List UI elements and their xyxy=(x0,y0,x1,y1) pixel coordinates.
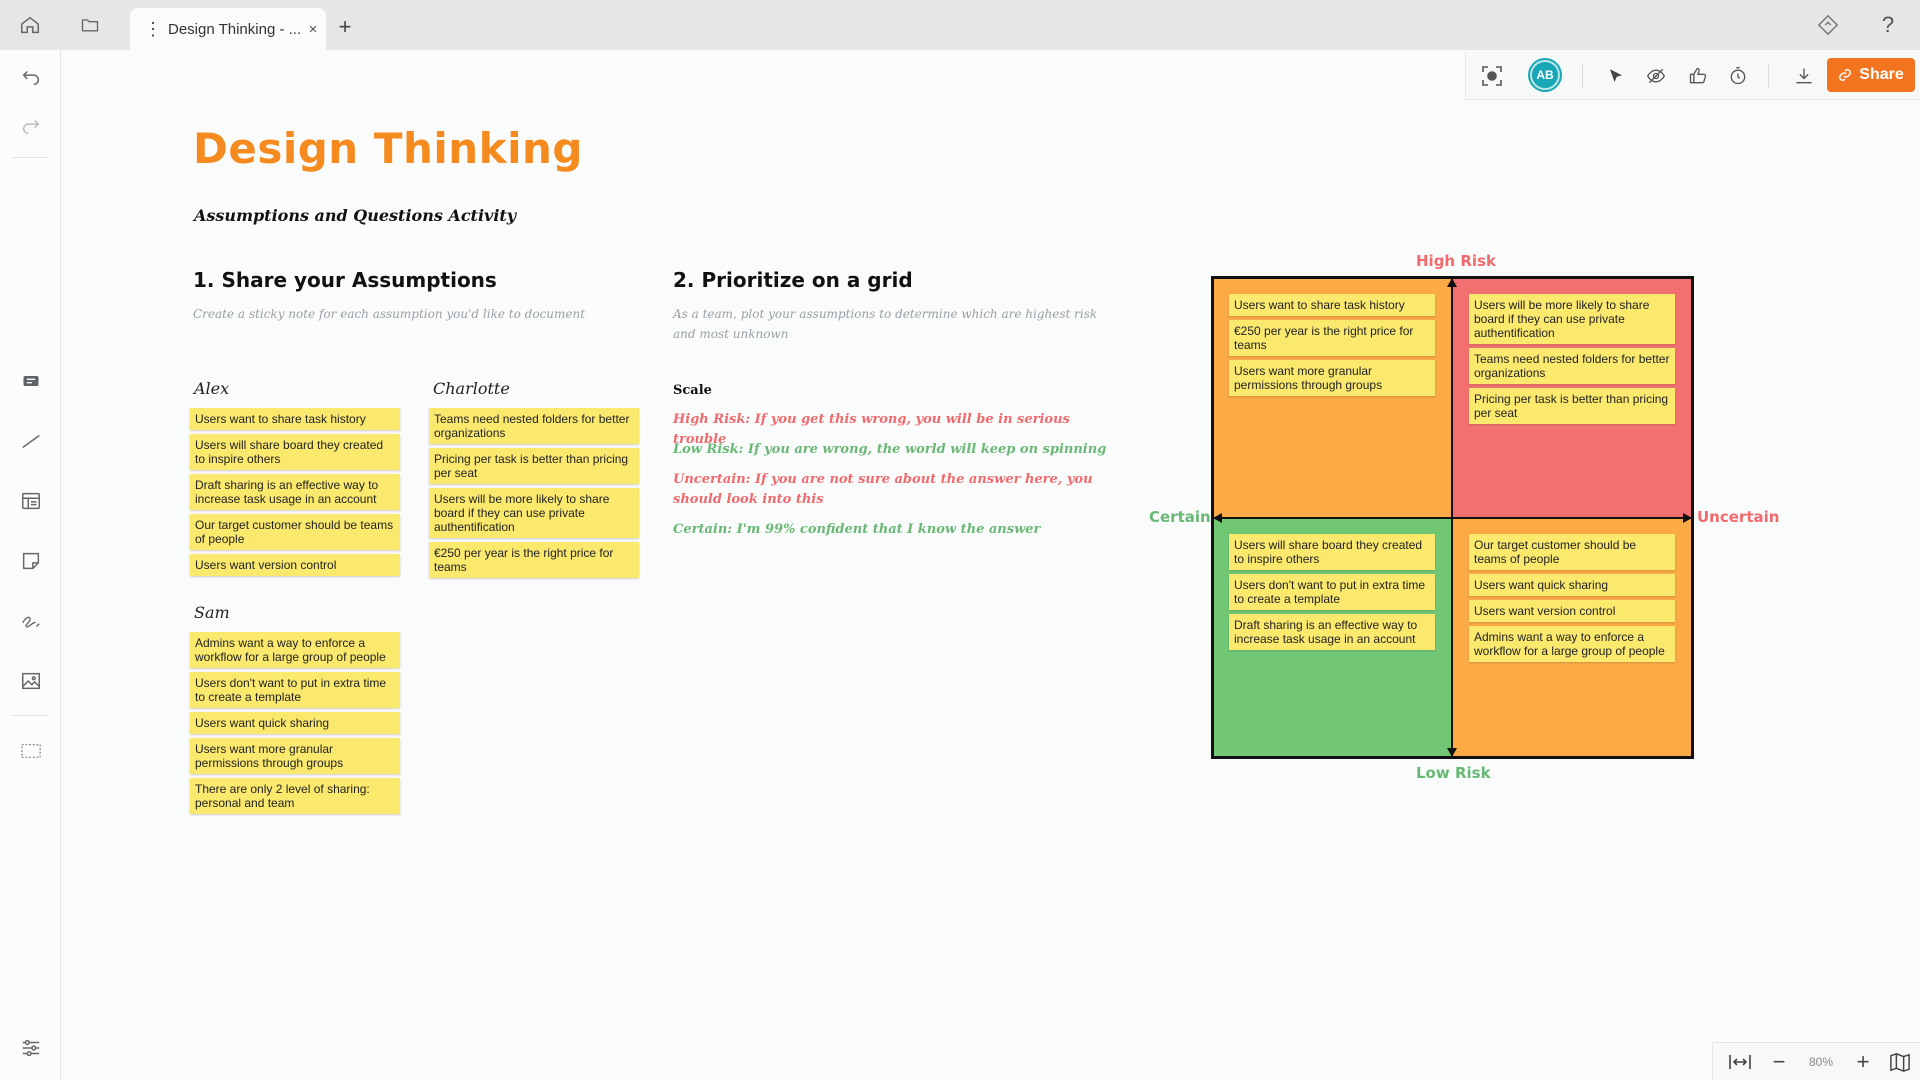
scale-low-risk: Low Risk: If you are wrong, the world wi… xyxy=(673,442,1107,457)
sticky-note[interactable]: Users will share board they created to i… xyxy=(190,434,400,470)
text-tool-icon[interactable] xyxy=(18,368,44,394)
person-name-alex: Alex xyxy=(194,379,230,398)
sticky-note[interactable]: €250 per year is the right price for tea… xyxy=(429,542,639,578)
page-subtitle: Assumptions and Questions Activity xyxy=(194,206,517,225)
section-1-title: 1. Share your Assumptions xyxy=(193,268,497,292)
pen-tool-icon[interactable] xyxy=(18,608,44,634)
person-name-sam: Sam xyxy=(194,603,230,622)
folder-icon[interactable] xyxy=(78,13,102,37)
template-icon[interactable] xyxy=(18,488,44,514)
sticky-note[interactable]: Pricing per task is better than pricing … xyxy=(1469,388,1675,424)
grid-notes-bottom-right: Our target customer should be teams of p… xyxy=(1469,534,1675,666)
sticky-note[interactable]: Draft sharing is an effective way to inc… xyxy=(190,474,400,510)
close-tab-icon[interactable]: × xyxy=(300,21,326,38)
grid-label-uncertain: Uncertain xyxy=(1697,508,1780,526)
sticky-note[interactable]: Our target customer should be teams of p… xyxy=(190,514,400,550)
alex-sticky-list: Users want to share task history Users w… xyxy=(190,408,400,580)
grid-label-certain: Certain xyxy=(1149,508,1211,526)
arrow-up-icon xyxy=(1447,278,1457,287)
line-tool-icon[interactable] xyxy=(18,428,44,454)
tab-design-thinking[interactable]: ⋮ Design Thinking - ... × xyxy=(130,8,326,50)
sticky-note[interactable]: Users want version control xyxy=(190,554,400,576)
focus-icon[interactable] xyxy=(1480,64,1504,88)
grid-notes-top-right: Users will be more likely to share board… xyxy=(1469,294,1675,428)
map-icon[interactable] xyxy=(1887,1051,1913,1073)
tab-menu-icon[interactable]: ⋮ xyxy=(144,20,162,38)
grid-notes-bottom-left: Users will share board they created to i… xyxy=(1229,534,1435,654)
new-tab-button[interactable]: + xyxy=(333,16,357,40)
sticky-note[interactable]: Users want more granular permissions thr… xyxy=(190,738,400,774)
section-2-description: As a team, plot your assumptions to dete… xyxy=(673,307,1098,341)
sticky-note[interactable]: Pricing per task is better than pricing … xyxy=(429,448,639,484)
timer-icon[interactable] xyxy=(1726,64,1750,88)
image-icon[interactable] xyxy=(18,668,44,694)
zoom-in-icon[interactable]: + xyxy=(1853,1049,1873,1074)
sticky-note[interactable]: €250 per year is the right price for tea… xyxy=(1229,320,1435,356)
tab-title: Design Thinking - ... xyxy=(168,20,300,38)
share-button[interactable]: Share xyxy=(1827,58,1915,92)
sticky-note[interactable]: Teams need nested folders for better org… xyxy=(1469,348,1675,384)
grid-notes-top-left: Users want to share task history €250 pe… xyxy=(1229,294,1435,400)
vote-icon[interactable] xyxy=(1686,64,1710,88)
sticky-note[interactable]: Users want quick sharing xyxy=(190,712,400,734)
sticky-note[interactable]: Users want more granular permissions thr… xyxy=(1229,360,1435,396)
download-icon[interactable] xyxy=(1792,64,1816,88)
section-1-description: Create a sticky note for each assumption… xyxy=(193,307,586,321)
grid-label-high-risk: High Risk xyxy=(1416,252,1496,270)
zoom-controls: − 80% + xyxy=(1712,1042,1920,1080)
sticky-note[interactable]: There are only 2 level of sharing: perso… xyxy=(190,778,400,814)
zoom-level: 80% xyxy=(1808,1055,1834,1069)
sticky-note[interactable]: Users want to share task history xyxy=(190,408,400,430)
selection-frame-icon[interactable] xyxy=(18,738,44,764)
sticky-note[interactable]: Teams need nested folders for better org… xyxy=(429,408,639,444)
fit-width-icon[interactable] xyxy=(1727,1051,1753,1073)
sticky-note[interactable]: Users don't want to put in extra time to… xyxy=(1229,574,1435,610)
tab-bar: ⋮ Design Thinking - ... × + ? xyxy=(0,0,1920,50)
sticky-note[interactable]: Draft sharing is an effective way to inc… xyxy=(1229,614,1435,650)
cursor-icon[interactable] xyxy=(1604,64,1628,88)
sticky-note[interactable]: Our target customer should be teams of p… xyxy=(1469,534,1675,570)
diamond-icon[interactable] xyxy=(1816,13,1840,37)
scale-certain: Certain: I'm 99% confident that I know t… xyxy=(673,522,1041,537)
sticky-note[interactable]: Users will be more likely to share board… xyxy=(1469,294,1675,344)
undo-icon[interactable] xyxy=(18,64,44,90)
sticky-note[interactable]: Users don't want to put in extra time to… xyxy=(190,672,400,708)
scale-label: Scale xyxy=(673,383,712,398)
home-icon[interactable] xyxy=(18,13,42,37)
zoom-out-icon[interactable]: − xyxy=(1769,1049,1789,1074)
left-toolbar xyxy=(0,50,61,1080)
arrow-left-icon xyxy=(1213,513,1222,523)
page-title: Design Thinking xyxy=(193,124,583,173)
scale-uncertain: Uncertain: If you are not sure about the… xyxy=(673,472,1093,507)
sticky-note[interactable]: Users want version control xyxy=(1469,600,1675,622)
redo-icon[interactable] xyxy=(18,113,44,139)
arrow-right-icon xyxy=(1683,513,1692,523)
sam-sticky-list: Admins want a way to enforce a workflow … xyxy=(190,632,400,818)
settings-sliders-icon[interactable] xyxy=(18,1035,44,1061)
avatar[interactable]: AB xyxy=(1530,60,1560,90)
charlotte-sticky-list: Teams need nested folders for better org… xyxy=(429,408,639,582)
sticky-note[interactable]: Admins want a way to enforce a workflow … xyxy=(1469,626,1675,662)
grid-label-low-risk: Low Risk xyxy=(1416,764,1491,782)
sticky-note[interactable]: Users will be more likely to share board… xyxy=(429,488,639,538)
section-2-title: 2. Prioritize on a grid xyxy=(673,268,913,292)
link-icon xyxy=(1839,69,1852,81)
axis-horizontal xyxy=(1213,517,1692,519)
sticky-note[interactable]: Admins want a way to enforce a workflow … xyxy=(190,632,400,668)
help-icon[interactable]: ? xyxy=(1876,12,1900,37)
sticky-note[interactable]: Users want quick sharing xyxy=(1469,574,1675,596)
sticky-note[interactable]: Users want to share task history xyxy=(1229,294,1435,316)
visibility-icon[interactable] xyxy=(1644,64,1668,88)
share-label: Share xyxy=(1859,66,1904,83)
sticky-note[interactable]: Users will share board they created to i… xyxy=(1229,534,1435,570)
sticky-note-icon[interactable] xyxy=(18,548,44,574)
arrow-down-icon xyxy=(1447,748,1457,757)
person-name-charlotte: Charlotte xyxy=(433,379,510,398)
